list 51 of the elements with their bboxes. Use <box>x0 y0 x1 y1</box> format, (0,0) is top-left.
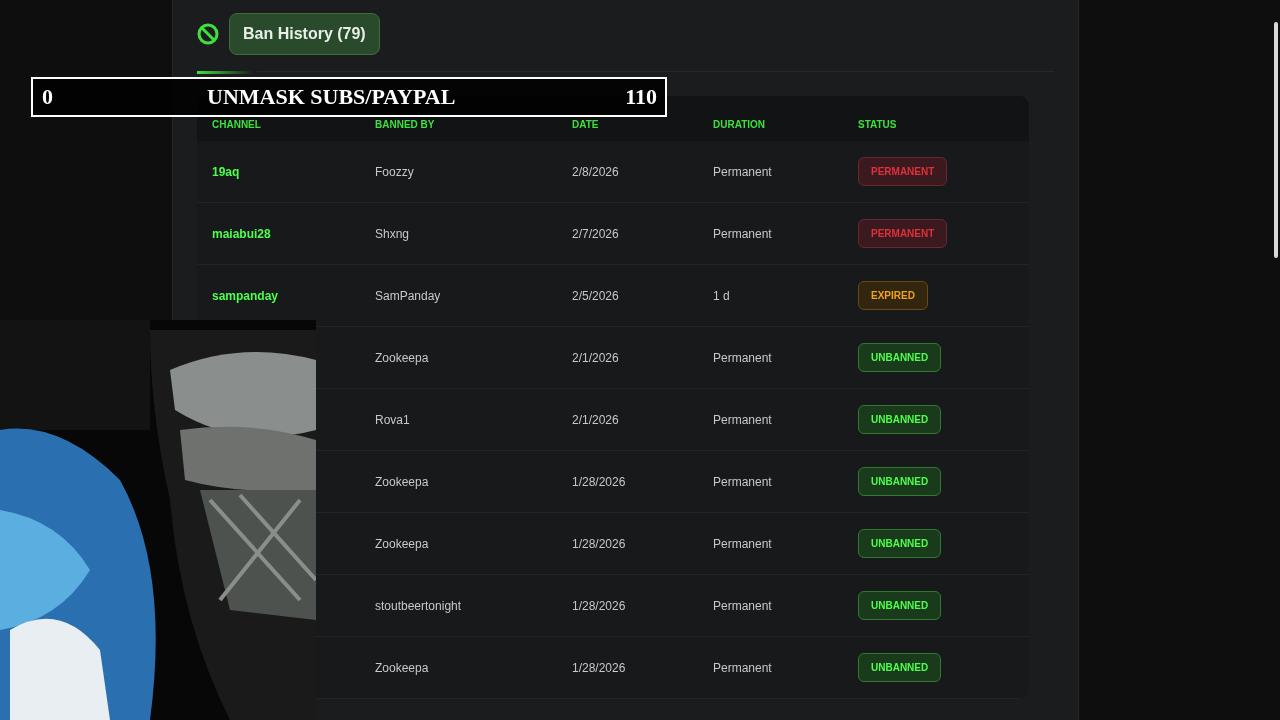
scrollbar[interactable] <box>1274 22 1278 258</box>
channel-link[interactable]: 19aq <box>212 164 375 179</box>
table-cell: 1/28/2026 <box>572 598 626 613</box>
column-header: STATUS <box>858 119 898 130</box>
table-cell: 2/5/2026 <box>572 288 619 303</box>
table-cell: stoutbeertonight <box>375 598 462 613</box>
table-cell: Zookeepa <box>375 536 429 551</box>
status-badge: UNBANNED <box>858 653 942 682</box>
table-cell: 2/8/2026 <box>572 164 619 179</box>
table-cell: Zookeepa <box>375 474 429 489</box>
table-cell: 1/28/2026 <box>572 536 626 551</box>
status-badge: EXPIRED <box>858 281 928 310</box>
status-badge: PERMANENT <box>858 157 948 186</box>
table-cell: Permanent <box>713 164 772 179</box>
prohibited-icon <box>197 23 219 45</box>
table-cell: Zookeepa <box>375 660 429 675</box>
table-cell: Permanent <box>713 412 772 427</box>
column-header: DATE <box>572 119 600 130</box>
table-cell: 1/28/2026 <box>572 474 626 489</box>
table-cell: 1/28/2026 <box>572 660 626 675</box>
table-cell: SamPanday <box>375 288 441 303</box>
banner-title: UNMASK SUBS/PAYPAL <box>207 84 457 110</box>
channel-link[interactable]: sampanday <box>212 288 375 303</box>
table-cell: 2/1/2026 <box>572 350 619 365</box>
table-cell: Permanent <box>713 226 772 241</box>
banner-count: 110 <box>625 84 657 110</box>
channel-link[interactable]: maiabui28 <box>212 226 375 241</box>
table-cell: Permanent <box>713 350 772 365</box>
table-cell: Permanent <box>713 474 772 489</box>
column-header: BANNED BY <box>375 119 436 130</box>
table-cell: Foozzy <box>375 164 414 179</box>
table-cell: Permanent <box>713 598 772 613</box>
column-header: DURATION <box>713 119 767 130</box>
ban-history-tab[interactable]: Ban History (79) <box>229 13 380 55</box>
table-cell: Rova1 <box>375 412 410 427</box>
table-cell: Permanent <box>713 660 772 675</box>
table-cell: Shxng <box>375 226 410 241</box>
status-badge: PERMANENT <box>858 219 948 248</box>
status-badge: UNBANNED <box>858 343 942 372</box>
banner-count: 0 <box>42 84 53 110</box>
table-cell: Zookeepa <box>375 350 429 365</box>
status-badge: UNBANNED <box>858 405 942 434</box>
status-badge: UNBANNED <box>858 529 942 558</box>
status-badge: UNBANNED <box>858 467 942 496</box>
table-cell: 2/7/2026 <box>572 226 619 241</box>
table-cell: 2/1/2026 <box>572 412 619 427</box>
table-cell: 1 d <box>713 288 730 303</box>
column-header: CHANNEL <box>212 119 262 130</box>
table-cell: Permanent <box>713 536 772 551</box>
status-badge: UNBANNED <box>858 591 942 620</box>
tab-indicator <box>197 71 253 74</box>
